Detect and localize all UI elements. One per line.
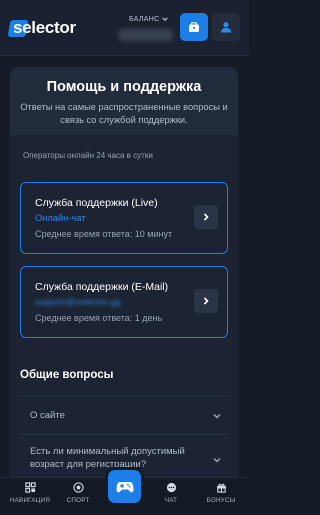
page-subtitle: Ответы на самые распространенные вопросы…	[20, 102, 228, 125]
nav-item-navigation[interactable]: НАВИГАЦИЯ	[5, 482, 55, 504]
chevron-right-icon	[203, 297, 209, 305]
chat-icon	[166, 482, 176, 493]
page-title: Помощь и поддержка	[46, 79, 202, 95]
navigation-icon	[24, 482, 36, 493]
faq-question: О сайте	[30, 410, 65, 421]
chevron-down-icon	[213, 457, 221, 463]
open-email-button[interactable]	[194, 289, 218, 313]
gift-icon	[216, 483, 226, 493]
wallet-button[interactable]	[180, 13, 208, 41]
support-panel: Помощь и поддержка Ответы на самые распр…	[10, 67, 238, 515]
user-icon	[221, 22, 231, 33]
nav-label: ЧАТ	[164, 497, 178, 504]
card-title: Служба поддержки (Live)	[35, 197, 158, 209]
soccer-ball-icon	[72, 482, 84, 493]
open-live-chat-button[interactable]	[194, 205, 218, 229]
nav-item-sport[interactable]: СПОРТ	[53, 482, 103, 504]
chevron-down-icon[interactable]	[161, 15, 169, 23]
nav-item-bonuses[interactable]: БОНУСЫ	[196, 482, 246, 504]
top-header: selector БАЛАНС	[0, 0, 249, 56]
wallet-icon	[189, 21, 199, 32]
balance-value-hidden	[119, 29, 173, 41]
nav-item-chat[interactable]: ЧАТ	[146, 482, 196, 504]
operators-note: Операторы онлайн 24 часа в сутки	[23, 151, 153, 160]
response-time: Среднее время ответа: 1 день	[35, 313, 163, 323]
faq-section-title: Общие вопросы	[20, 369, 114, 381]
faq-question: Есть ли минимальный допустимый возраст д…	[30, 446, 185, 470]
profile-button[interactable]	[212, 13, 240, 41]
card-title: Служба поддержки (E-Mail)	[35, 281, 169, 293]
selector-logo[interactable]: selector	[7, 17, 76, 39]
nav-label: БОНУСЫ	[206, 497, 236, 504]
support-email-link[interactable]: support@selector.gg	[35, 297, 120, 307]
live-chat-link[interactable]: Онлайн-чат	[35, 213, 85, 223]
games-button[interactable]	[108, 470, 141, 503]
balance-label[interactable]: БАЛАНС	[129, 16, 159, 23]
response-time: Среднее время ответа: 10 минут	[35, 229, 173, 239]
live-support-card[interactable]: Служба поддержки (Live) Онлайн-чат Средн…	[20, 182, 228, 254]
chevron-right-icon	[203, 213, 209, 221]
support-page: selector БАЛАНС Помощь и поддержка Ответ…	[0, 0, 249, 515]
chevron-down-icon	[213, 413, 221, 419]
support-hero: Помощь и поддержка Ответы на самые распр…	[10, 67, 238, 135]
nav-label: НАВИГАЦИЯ	[9, 497, 51, 504]
logo-text: selector	[13, 18, 76, 37]
nav-label: СПОРТ	[66, 497, 90, 504]
gamepad-icon	[116, 481, 133, 492]
email-support-card[interactable]: Служба поддержки (E-Mail) support@select…	[20, 266, 228, 338]
faq-item[interactable]: О сайте	[20, 396, 228, 434]
